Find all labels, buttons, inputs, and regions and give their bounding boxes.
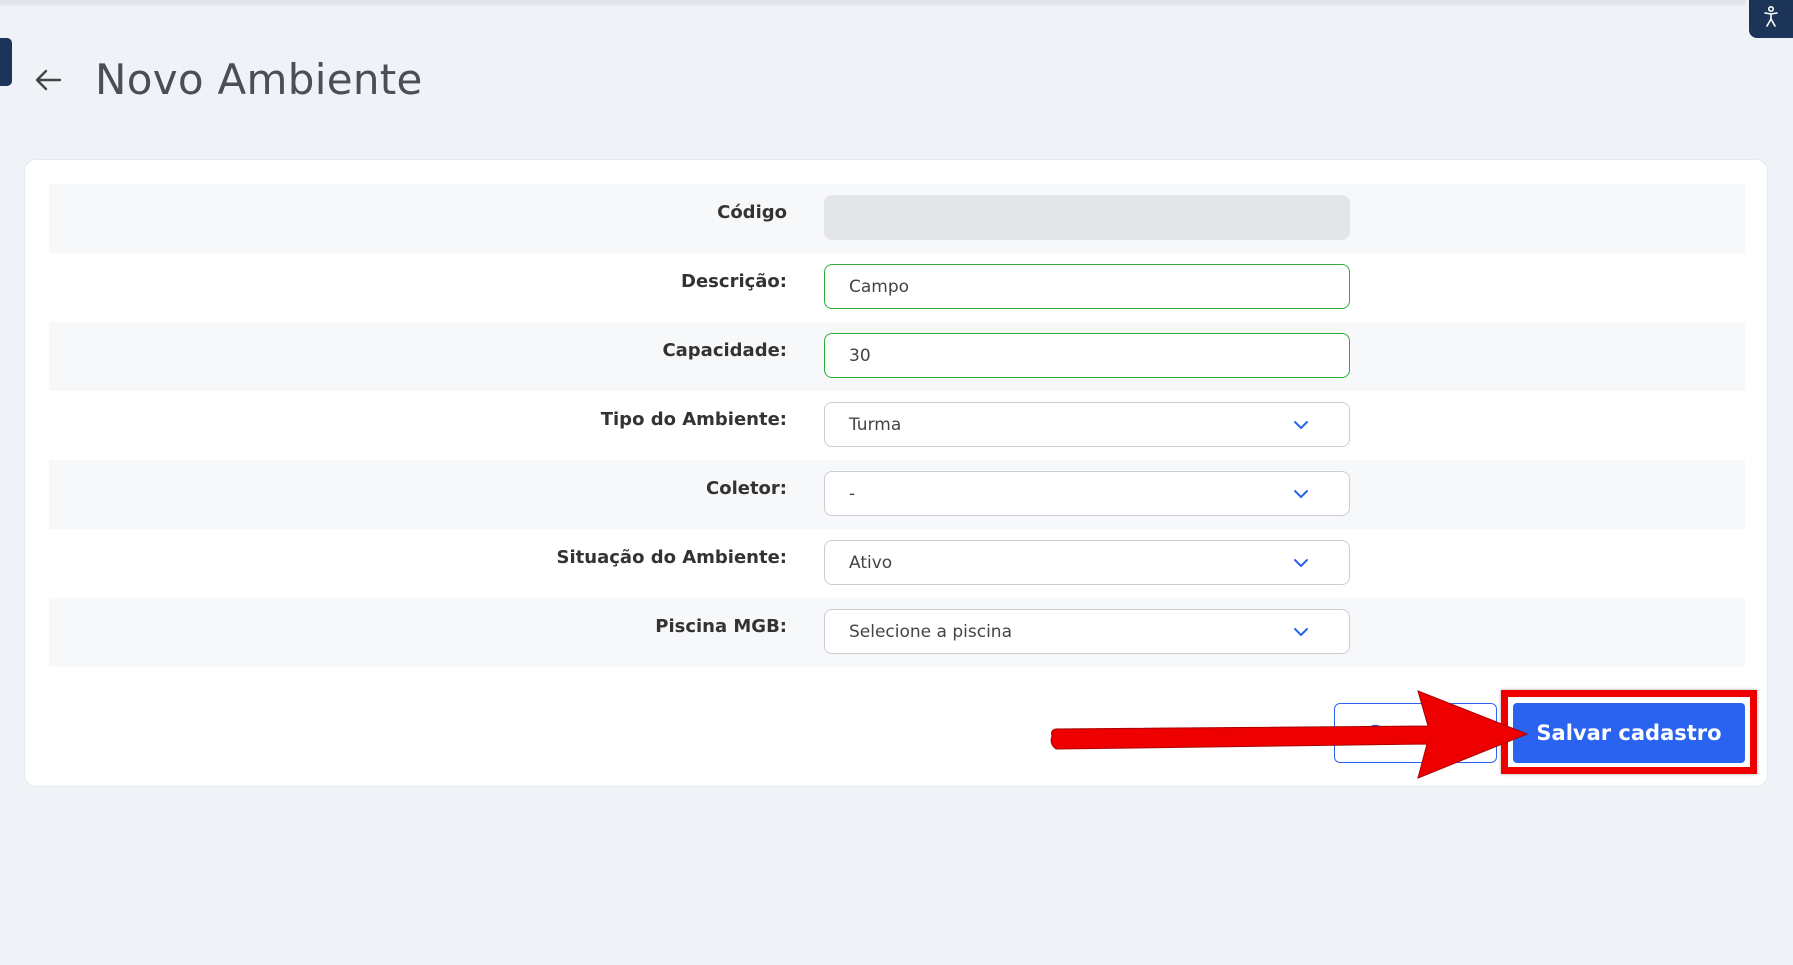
situacao-select[interactable]: Ativo <box>824 540 1350 585</box>
form-row-tipo-ambiente: Tipo do Ambiente: Turma <box>49 391 1745 460</box>
accessibility-button[interactable] <box>1749 0 1793 38</box>
capacidade-label: Capacidade: <box>662 340 787 361</box>
form-row-capacidade: Capacidade: 30 <box>49 322 1745 391</box>
form-row-codigo: Código <box>49 184 1745 253</box>
page-title: Novo Ambiente <box>95 55 423 104</box>
form-row-descricao: Descrição: Campo <box>49 253 1745 322</box>
piscina-value: Selecione a piscina <box>849 621 1012 642</box>
form-row-situacao: Situação do Ambiente: Ativo <box>49 529 1745 598</box>
back-button[interactable] <box>32 66 64 98</box>
capacidade-input[interactable]: 30 <box>824 333 1350 378</box>
piscina-label: Piscina MGB: <box>655 616 787 637</box>
piscina-select[interactable]: Selecione a piscina <box>824 609 1350 654</box>
tipo-ambiente-label: Tipo do Ambiente: <box>600 409 787 430</box>
chevron-down-icon <box>1293 486 1309 502</box>
codigo-label: Código <box>717 202 787 223</box>
chevron-down-icon <box>1293 417 1309 433</box>
save-button[interactable]: Salvar cadastro <box>1513 703 1745 763</box>
chevron-down-icon <box>1293 555 1309 571</box>
coletor-select[interactable]: - <box>824 471 1350 516</box>
top-divider <box>0 0 1745 4</box>
sidebar-toggle-tab[interactable] <box>0 38 12 86</box>
tipo-ambiente-select[interactable]: Turma <box>824 402 1350 447</box>
chevron-down-icon <box>1293 624 1309 640</box>
accessibility-icon <box>1761 5 1781 32</box>
form-row-piscina: Piscina MGB: Selecione a piscina <box>49 598 1745 667</box>
codigo-input <box>824 195 1350 240</box>
cancel-button[interactable]: Cancelar <box>1334 703 1497 763</box>
form-row-coletor: Coletor: - <box>49 460 1745 529</box>
tipo-ambiente-value: Turma <box>849 414 902 435</box>
situacao-value: Ativo <box>849 552 893 573</box>
coletor-label: Coletor: <box>706 478 787 499</box>
situacao-label: Situação do Ambiente: <box>556 547 787 568</box>
coletor-value: - <box>849 483 856 504</box>
arrow-left-icon <box>34 68 62 96</box>
descricao-input[interactable]: Campo <box>824 264 1350 309</box>
descricao-label: Descrição: <box>681 271 787 292</box>
